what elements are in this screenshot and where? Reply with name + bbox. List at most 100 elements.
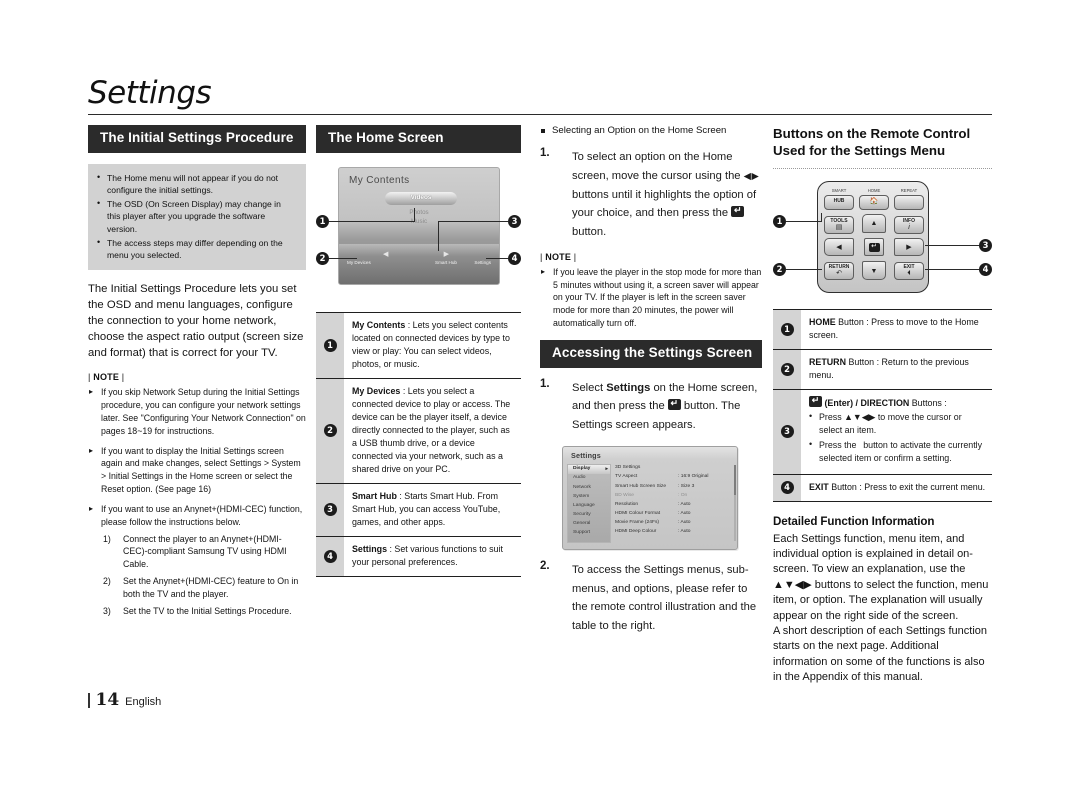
tools-button[interactable]: TOOLS ▤ [824, 215, 854, 234]
arrow-right-icon: ▶ [906, 243, 912, 251]
sidebar-item-support: Support [573, 530, 591, 536]
settings-row-value [678, 465, 730, 471]
footer-language: English [125, 696, 162, 708]
direction-left-button[interactable]: ◀ [824, 237, 854, 256]
section-header-initial-settings: The Initial Settings Procedure [88, 125, 306, 153]
settings-row: Resolution : Auto [615, 500, 730, 509]
arrow-down-icon: ▼ [870, 267, 878, 275]
repeat-button[interactable] [894, 194, 924, 210]
remote-control-body: SMART HOME REPEAT HUB 🏠 TOOLS ▤ INFO i ▲… [817, 180, 929, 293]
row-text: RETURN Button : Return to the previous m… [809, 356, 987, 382]
row-body: My Devices : Lets you select a connected… [344, 379, 521, 483]
home-screen-title: My Contents [349, 174, 410, 186]
tip-list: The Home menu will not appear if you do … [96, 171, 296, 261]
table-row: 3 Smart Hub : Starts Smart Hub. From Sma… [316, 483, 521, 537]
key-caption-home: HOME [867, 187, 881, 193]
direction-down-button[interactable]: ▼ [862, 260, 886, 280]
home-icon-my-devices: My Devices [347, 260, 371, 266]
row-term: HOME [809, 316, 836, 327]
note-item: If you want to use an Anynet+(HDMI-CEC) … [88, 503, 306, 618]
enter-icon [865, 239, 883, 253]
remote-badge-2: 2 [773, 262, 786, 276]
remote-badge-4: 4 [979, 262, 992, 276]
home-button[interactable]: 🏠 [859, 194, 889, 210]
remote-badge-3: 3 [979, 238, 992, 252]
smart-hub-button-label: HUB [833, 197, 845, 204]
header-dotted-rule [773, 167, 992, 169]
home-screen-selected-pill: Videos [385, 191, 457, 205]
step-text: Select Settings on the Home screen, and … [572, 382, 757, 431]
table-row: 1 My Contents : Lets you select contents… [316, 312, 521, 379]
step-access-menus: 2. To access the Settings menus, sub-men… [540, 560, 762, 635]
row-text: Smart Hub : Starts Smart Hub. From Smart… [352, 490, 516, 529]
title-rule [88, 114, 992, 115]
enter-button[interactable] [864, 237, 884, 256]
masthead: Settings [88, 78, 992, 115]
sidebar-item-audio: Audio [573, 475, 586, 481]
footer-rule [88, 693, 90, 708]
section-header-home-screen: The Home Screen [316, 125, 521, 153]
row-term: My Contents [352, 319, 406, 330]
direction-arrows-icon: ◀▶ [743, 171, 760, 183]
return-button[interactable]: RETURN ↶ [824, 261, 854, 280]
home-icon-label: My Devices [347, 259, 371, 265]
home-icon-label: Settings [474, 259, 491, 265]
table-row: 1 HOME Button : Press to move to the Hom… [773, 309, 992, 350]
step-select-option: 1. To select an option on the Home scree… [540, 147, 762, 240]
callout-leader-3-vert [438, 220, 440, 251]
settings-screen-mock: Settings Display Audio Network System La… [562, 445, 738, 550]
substep-text: Set the TV to the Initial Settings Proce… [123, 605, 292, 616]
smart-hub-button[interactable]: HUB [824, 194, 854, 210]
remote-control-illustration: SMART HOME REPEAT HUB 🏠 TOOLS ▤ INFO i ▲… [773, 180, 992, 299]
exit-button[interactable]: EXIT ⏴ [894, 261, 924, 280]
substep-item: 3) Set the TV to the Initial Settings Pr… [101, 605, 306, 618]
remote-leader-1-vert [821, 212, 823, 222]
settings-row-name: BD Wise [615, 492, 635, 498]
direction-right-button[interactable]: ▶ [894, 237, 924, 256]
settings-row: BD Wise : On [615, 491, 730, 500]
home-screen-mock: My Contents Videos Photos Music ◀ ▶ My D… [338, 166, 500, 285]
header-line-1: Buttons on the Remote Control [773, 126, 971, 141]
remote-leader-4 [925, 268, 979, 270]
note-item: If you leave the player in the stop mode… [540, 266, 762, 330]
subheading-selecting-option: Selecting an Option on the Home Screen [540, 125, 762, 137]
substep-text: Connect the player to an Anynet+(HDMI-CE… [123, 533, 287, 570]
step-text-a: To select an option on the Home screen, … [572, 151, 744, 183]
page-title: Settings [88, 75, 212, 111]
settings-screen-illustration: Settings Display Audio Network System La… [562, 445, 762, 550]
note-item: If you want to display the Initial Setti… [88, 445, 306, 496]
info-button[interactable]: INFO i [894, 215, 924, 234]
content-columns: The Initial Settings Procedure The Home … [88, 125, 992, 685]
step-text-bold: Settings [606, 381, 651, 394]
callout-leader-3 [438, 220, 508, 223]
row-badge-cell: 1 [773, 309, 801, 349]
substep-item: 1) Connect the player to an Anynet+(HDMI… [101, 533, 306, 571]
home-icon-label: Smart Hub [435, 259, 457, 265]
detailed-function-heading: Detailed Function Information [773, 514, 935, 528]
anynet-substep-list: 1) Connect the player to an Anynet+(HDMI… [101, 533, 306, 618]
settings-row-name: HDMI Colour Format [615, 510, 661, 516]
page-number: 14 [95, 690, 120, 710]
note-list: If you leave the player in the stop mode… [540, 266, 762, 330]
row-badge: 4 [323, 549, 337, 563]
row-desc: Button : Press to exit the current menu. [828, 481, 986, 492]
settings-options-list: 3D Settings TV Aspect : 16:9 Original Sm… [615, 464, 730, 543]
remote-badge-1: 1 [773, 214, 786, 228]
row-body: (Enter) / DIRECTION Buttons : Press ▲▼◀▶… [801, 390, 992, 474]
table-row: 3 (Enter) / DIRECTION Buttons : Press ▲▼… [773, 389, 992, 475]
step-number: 2. [540, 559, 550, 572]
exit-icon: ⏴ [907, 270, 911, 278]
arrow-left-icon: ◀ [836, 243, 842, 251]
chevron-left-icon: ◀ [383, 250, 389, 258]
header-line-2: Used for the Settings Menu [773, 143, 946, 159]
detailed-function-body: Each Settings function, menu item, and i… [773, 532, 989, 684]
step-text-a: Select [572, 381, 607, 394]
row-badge: 3 [780, 425, 794, 439]
row-text: My Devices : Lets you select a connected… [352, 385, 516, 476]
row-text: Settings : Set various functions to suit… [352, 543, 516, 569]
chevron-right-icon: ▶ [443, 250, 449, 258]
row-body: Smart Hub : Starts Smart Hub. From Smart… [344, 484, 521, 536]
direction-up-button[interactable]: ▲ [862, 213, 886, 233]
row-badge-cell: 4 [773, 474, 801, 501]
settings-row-value: : On [678, 492, 688, 498]
